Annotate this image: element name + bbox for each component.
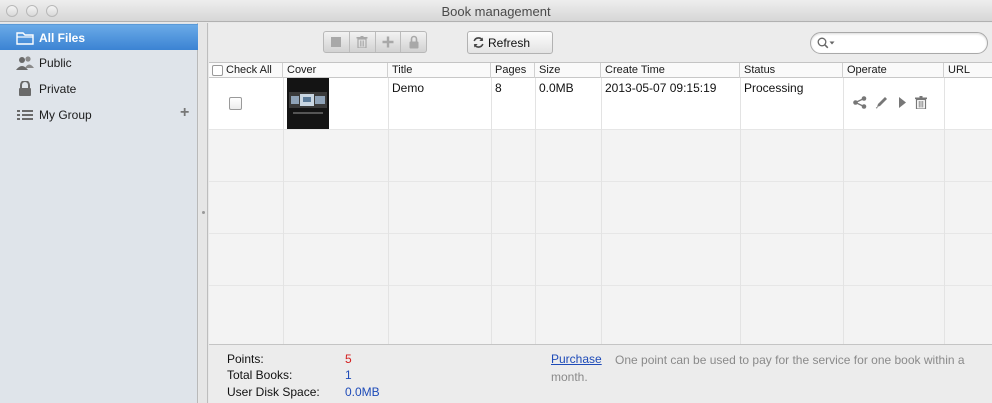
column-header-create-time[interactable]: Create Time [601, 63, 740, 78]
total-books-value: 1 [345, 368, 352, 382]
purchase-link[interactable]: Purchase [551, 352, 602, 366]
search-input[interactable] [837, 35, 982, 51]
play-icon[interactable] [897, 96, 908, 109]
column-header-check-all[interactable]: Check All [209, 63, 283, 78]
column-divider [283, 78, 284, 345]
folder-icon [16, 32, 34, 45]
sidebar-item-my-group[interactable]: My Group + [0, 102, 198, 128]
title-bar: Book management [0, 0, 992, 22]
cover-image [287, 78, 329, 129]
sidebar-item-label: My Group [39, 108, 92, 122]
share-icon[interactable] [853, 96, 867, 109]
sidebar-splitter[interactable] [199, 23, 208, 403]
row-checkbox[interactable] [229, 97, 242, 110]
column-header-size[interactable]: Size [535, 63, 601, 78]
check-all-checkbox[interactable] [212, 65, 223, 76]
row-status: Processing [744, 81, 804, 95]
column-divider [491, 78, 492, 345]
total-books-label: Total Books: [227, 368, 293, 382]
column-divider [535, 78, 536, 345]
toolbar: Refresh [209, 23, 992, 62]
books-table: Check All Cover Title Pages Size Create … [209, 62, 992, 345]
sidebar-item-label: Private [39, 82, 77, 96]
lock-icon [19, 81, 31, 96]
edit-icon[interactable] [875, 96, 888, 109]
sidebar-item-public[interactable]: Public [0, 50, 198, 76]
sidebar-item-label: Public [39, 56, 72, 70]
column-divider [388, 78, 389, 345]
splitter-handle-icon [202, 211, 205, 214]
column-header-url[interactable]: URL [944, 63, 992, 78]
disk-space-value: 0.0MB [345, 385, 380, 399]
row-size: 0.0MB [539, 81, 574, 95]
table-header: Check All Cover Title Pages Size Create … [209, 63, 992, 78]
users-icon [16, 56, 34, 70]
stop-icon [331, 37, 342, 47]
sidebar: All Files Public Private My Group + [0, 23, 198, 403]
window-title: Book management [441, 4, 551, 19]
sidebar-item-private[interactable]: Private [0, 76, 198, 102]
refresh-icon [473, 37, 484, 48]
stop-button[interactable] [324, 32, 350, 52]
add-button[interactable] [376, 32, 402, 52]
refresh-button[interactable]: Refresh [467, 31, 553, 54]
list-icon [17, 110, 33, 120]
add-group-button[interactable]: + [180, 104, 189, 122]
column-header-title[interactable]: Title [388, 63, 491, 78]
row-create-time: 2013-05-07 09:15:19 [605, 81, 717, 95]
column-header-operate[interactable]: Operate [843, 63, 944, 78]
lock-icon [409, 35, 419, 49]
column-header-pages[interactable]: Pages [491, 63, 535, 78]
search-icon [817, 37, 835, 49]
account-summary: Points: 5 Total Books: 1 User Disk Space… [209, 344, 992, 403]
points-value: 5 [345, 352, 352, 366]
refresh-label: Refresh [488, 36, 531, 50]
column-header-cover[interactable]: Cover [283, 63, 388, 78]
lock-button[interactable] [401, 32, 426, 52]
trash-icon[interactable] [915, 96, 927, 109]
plus-icon [382, 36, 394, 48]
sidebar-item-all-files[interactable]: All Files [0, 24, 198, 50]
row-title: Demo [392, 81, 425, 95]
trash-icon [356, 36, 368, 48]
delete-button[interactable] [350, 32, 376, 52]
search-field[interactable] [810, 32, 988, 54]
column-header-status[interactable]: Status [740, 63, 843, 78]
column-header-label: Check All [226, 64, 272, 76]
action-segment [323, 31, 427, 53]
column-divider [740, 78, 741, 345]
row-pages: 8 [495, 81, 502, 95]
points-label: Points: [227, 352, 264, 366]
sidebar-item-label: All Files [39, 31, 86, 45]
column-divider [843, 78, 844, 345]
column-divider [944, 78, 945, 345]
column-divider [601, 78, 602, 345]
disk-space-label: User Disk Space: [227, 385, 320, 399]
book-cover-thumbnail [287, 78, 329, 129]
purchase-note: One point can be used to pay for the ser… [551, 353, 965, 384]
